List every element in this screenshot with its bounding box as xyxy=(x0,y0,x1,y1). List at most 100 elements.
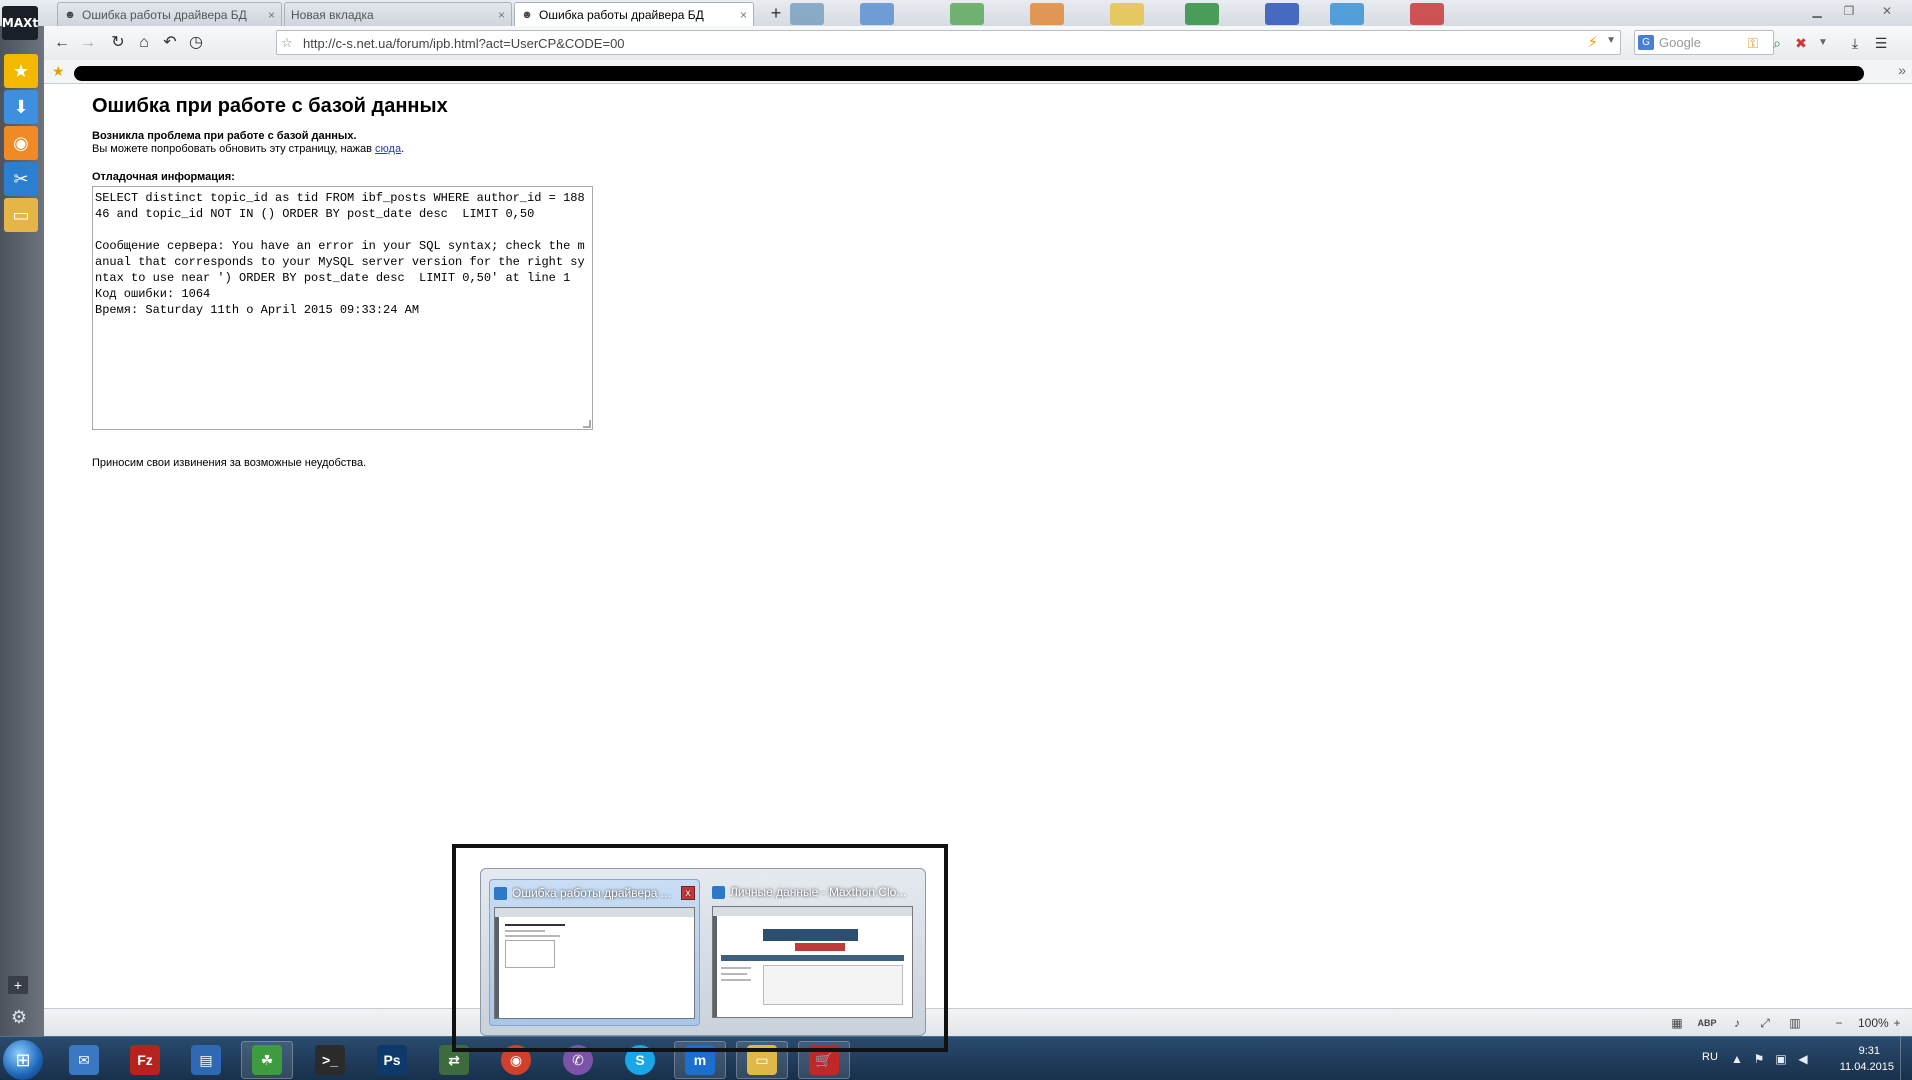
photoshop-icon: Ps xyxy=(377,1045,407,1075)
preview-2-thumbnail xyxy=(712,906,913,1018)
flag-icon[interactable]: ⚑ xyxy=(1750,1050,1768,1068)
volume-icon[interactable]: ◀ xyxy=(1794,1050,1812,1068)
taskbar-app-photoshop[interactable]: Ps xyxy=(366,1041,418,1079)
maxthon-icon xyxy=(494,886,507,900)
zoom-out-icon[interactable]: − xyxy=(1828,1013,1850,1033)
preview-window-1[interactable]: Ошибка работы драйвера ... x xyxy=(489,879,700,1026)
page-icon: ☻ xyxy=(64,8,76,21)
notes-icon[interactable]: ▭ xyxy=(4,198,38,232)
zoom-in-icon[interactable]: + xyxy=(1886,1013,1908,1033)
tab-1[interactable]: ☻ Ошибка работы драйвера БД × xyxy=(57,2,282,26)
desktop-icon xyxy=(1030,3,1064,25)
favorites-icon[interactable]: ★ xyxy=(4,54,38,88)
clock-date[interactable]: 11.04.2015 xyxy=(1840,1061,1894,1073)
close-tab-icon[interactable]: × xyxy=(498,8,505,22)
close-tab-icon[interactable]: × xyxy=(268,8,275,22)
resize-grip-icon[interactable] xyxy=(583,420,591,428)
page-icon: ☻ xyxy=(521,9,533,21)
tab-3-title: Ошибка работы драйвера БД xyxy=(539,8,704,22)
home-icon[interactable]: ⌂ xyxy=(132,31,156,55)
tab-1-title: Ошибка работы драйвера БД xyxy=(82,7,247,22)
problem-heading: Возникла проблема при работе с базой дан… xyxy=(92,130,357,142)
menu-icon[interactable]: ☰ xyxy=(1870,31,1892,55)
bookmark-star-icon[interactable]: ☆ xyxy=(281,35,293,51)
restore-icon[interactable]: ❐ xyxy=(1838,2,1860,20)
fullscreen-icon[interactable]: ⤢ xyxy=(1754,1013,1776,1033)
chevron-down-icon[interactable]: ▼ xyxy=(1812,31,1834,55)
desktop-icon xyxy=(950,3,984,25)
preview-window-2[interactable]: Личные данные - Maxthon Clo... xyxy=(708,879,919,1026)
taskbar-app-network[interactable]: ☘ xyxy=(241,1041,293,1079)
thunderbird-icon: ✉ xyxy=(69,1045,99,1075)
tab-2[interactable]: Новая вкладка × xyxy=(284,2,512,26)
tab-3-active[interactable]: ☻ Ошибка работы драйвера БД × xyxy=(514,2,754,27)
retry-link[interactable]: сюда xyxy=(375,143,401,155)
desktop-icon xyxy=(1110,3,1144,25)
page-title: Ошибка при работе с базой данных xyxy=(92,95,448,117)
apology-text: Приносим свои извинения за возможные неу… xyxy=(92,457,367,469)
close-icon[interactable]: x xyxy=(681,886,695,900)
forward-icon[interactable]: → xyxy=(76,31,100,55)
gear-icon[interactable]: ⚙ xyxy=(8,1006,30,1028)
back-icon[interactable]: ← xyxy=(50,31,74,55)
start-button[interactable]: ⊞ xyxy=(3,1040,43,1080)
debug-label: Отладочная информация: xyxy=(92,171,235,183)
favorites-star-icon[interactable]: ★ xyxy=(52,63,65,80)
chevron-right-icon[interactable]: » xyxy=(1898,62,1906,78)
bookmarks-bar: ★ » xyxy=(44,60,1912,84)
download-icon[interactable]: ⤓ xyxy=(1844,31,1866,55)
sidebar-add-icon[interactable]: + xyxy=(8,976,28,994)
desktop-icon xyxy=(860,3,894,25)
history-icon[interactable]: ◷ xyxy=(184,31,208,55)
rss-icon[interactable]: ◉ xyxy=(4,126,38,160)
language-indicator[interactable]: RU xyxy=(1702,1051,1718,1063)
adblock-plus-icon[interactable]: ABP xyxy=(1696,1013,1718,1033)
taskbar-app-filezilla[interactable]: Fz xyxy=(119,1041,171,1079)
retry-text: Вы можете попробовать обновить эту стран… xyxy=(92,143,376,155)
maxthon-logo[interactable]: MAXt xyxy=(2,6,38,40)
system-tray: RU ▲ ⚑ ▣ ◀ 9:31 11.04.2015 xyxy=(1690,1037,1912,1080)
debug-textarea[interactable]: SELECT distinct topic_id as tid FROM ibf… xyxy=(92,186,593,430)
download-icon[interactable]: ⬇ xyxy=(4,90,38,124)
reload-icon[interactable]: ↻ xyxy=(106,31,130,55)
search-engine-icon[interactable]: G xyxy=(1638,35,1654,50)
chart-icon[interactable]: ▦ xyxy=(1666,1013,1688,1033)
network-tray-icon[interactable]: ▣ xyxy=(1772,1050,1790,1068)
adblock-icon[interactable]: ✖ xyxy=(1790,31,1812,55)
clock-time[interactable]: 9:31 xyxy=(1859,1045,1880,1057)
navigation-bar: ← → ↻ ⌂ ↶ ◷ ☆ http://c-s.net.ua/forum/ip… xyxy=(44,26,1912,60)
retry-end: . xyxy=(401,143,405,155)
speaker-icon[interactable]: ♪ xyxy=(1726,1013,1748,1033)
new-tab-button[interactable]: + xyxy=(764,3,788,25)
taskbar-preview-popup: Ошибка работы драйвера ... x Личные данн… xyxy=(480,868,926,1036)
split-view-icon[interactable]: ▥ xyxy=(1784,1013,1806,1033)
lightning-icon[interactable]: ⚡ xyxy=(1587,33,1598,51)
magnifier-icon[interactable]: ⌕ xyxy=(1766,31,1788,55)
desktop-icon xyxy=(1330,3,1364,25)
search-input[interactable]: Google xyxy=(1659,35,1701,50)
taskbar-app-thunderbird[interactable]: ✉ xyxy=(58,1041,110,1079)
status-bar: ▦ ABP ♪ ⤢ ▥ − 100% + xyxy=(44,1008,1912,1036)
preview-2-header: Личные данные - Maxthon Clo... xyxy=(712,883,915,901)
debug-text: SELECT distinct topic_id as tid FROM ibf… xyxy=(95,191,585,317)
address-bar[interactable]: ☆ http://c-s.net.ua/forum/ipb.html?act=U… xyxy=(276,30,1621,55)
address-input[interactable]: http://c-s.net.ua/forum/ipb.html?act=Use… xyxy=(303,36,625,51)
chevron-down-icon[interactable]: ▼ xyxy=(1606,35,1616,46)
zoom-level[interactable]: 100% xyxy=(1858,1016,1889,1030)
filezilla-icon: Fz xyxy=(130,1045,160,1075)
close-window-icon[interactable]: ✕ xyxy=(1876,2,1898,20)
preview-highlight-frame: Ошибка работы драйвера ... x Личные данн… xyxy=(452,844,948,1052)
desktop-icon xyxy=(1265,3,1299,25)
taskbar-app-calculator[interactable]: ▤ xyxy=(180,1041,232,1079)
page-content: Ошибка при работе с базой данных Возникл… xyxy=(92,95,1292,469)
tools-icon[interactable]: ✂ xyxy=(4,162,38,196)
calculator-icon: ▤ xyxy=(191,1045,221,1075)
key-icon[interactable]: ⚿ xyxy=(1742,31,1764,55)
close-tab-icon[interactable]: × xyxy=(740,8,747,22)
preview-1-title: Ошибка работы драйвера ... xyxy=(512,886,671,900)
tray-arrow-icon[interactable]: ▲ xyxy=(1728,1050,1746,1068)
taskbar-app-terminal[interactable]: >_ xyxy=(304,1041,356,1079)
undo-close-icon[interactable]: ↶ xyxy=(158,31,182,55)
show-desktop-button[interactable] xyxy=(1900,1037,1912,1080)
minimize-icon[interactable]: ▁ xyxy=(1806,2,1828,20)
